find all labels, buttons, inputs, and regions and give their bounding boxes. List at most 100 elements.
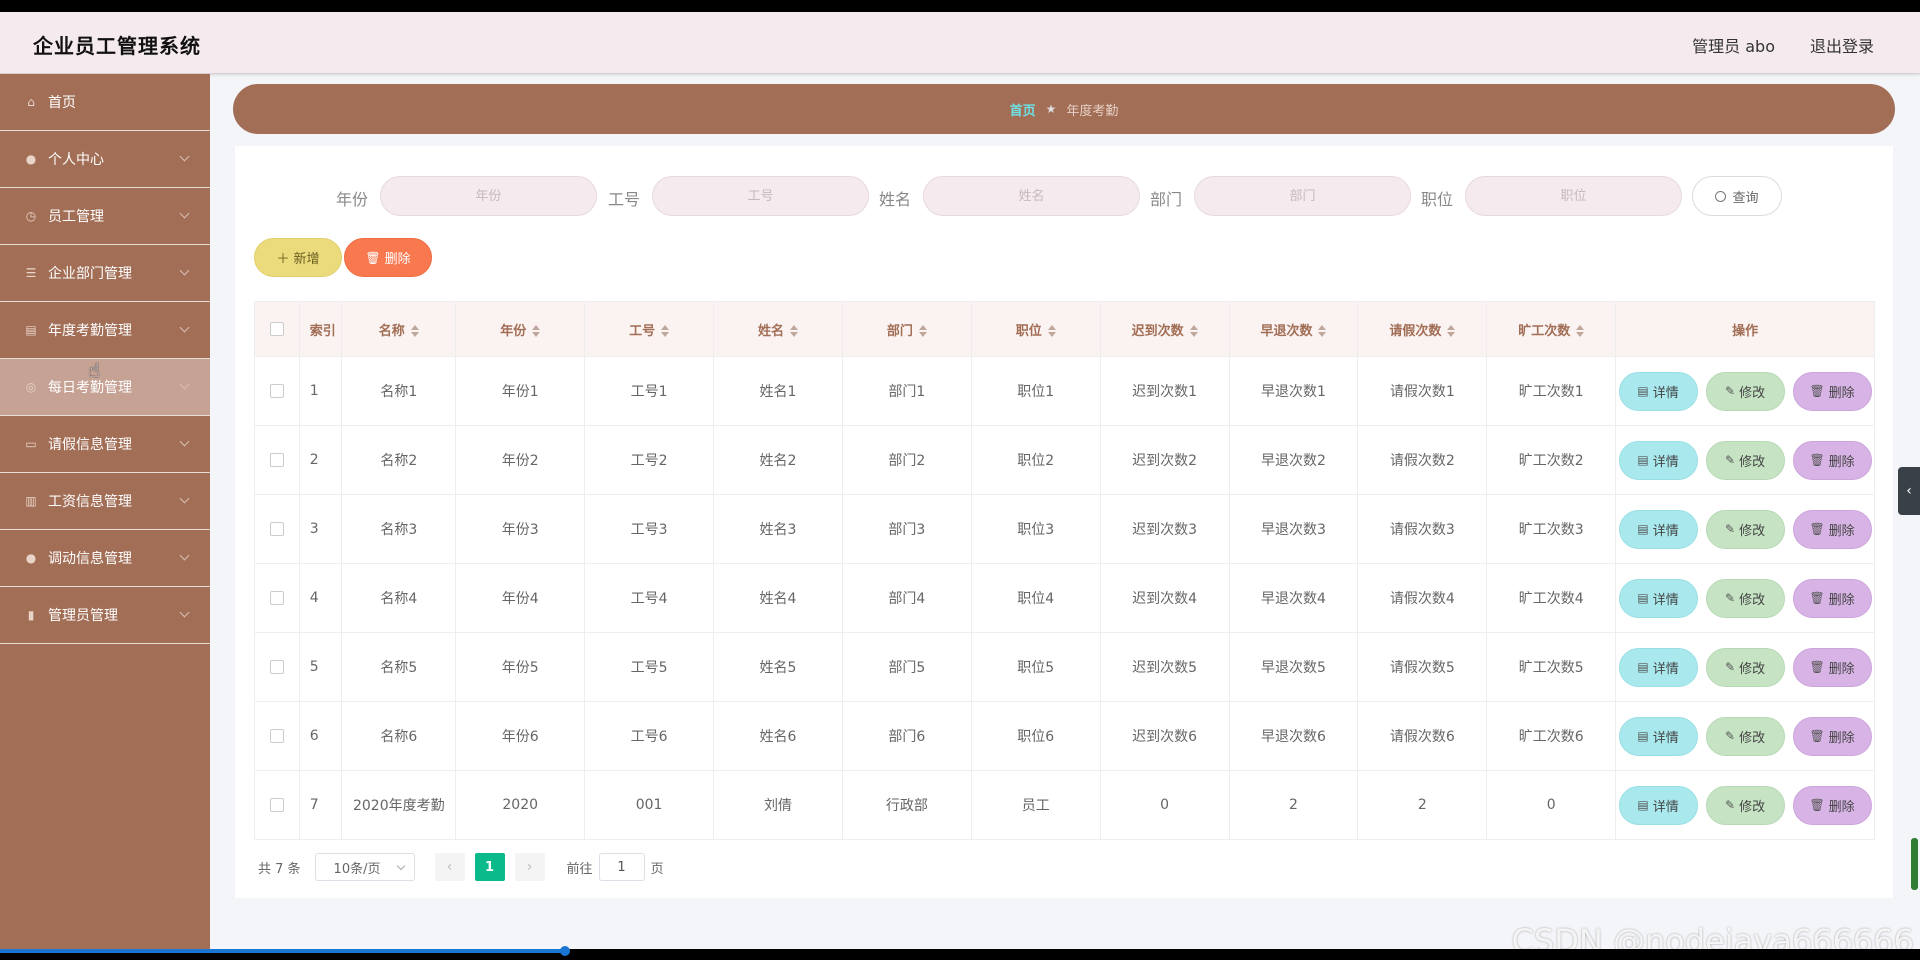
sidebar-item-leave-info[interactable]: ▭ 请假信息管理 [0, 416, 210, 473]
column-header[interactable]: 部门 [841, 301, 972, 357]
delete-button[interactable]: 🗑 删除 [1792, 440, 1872, 480]
sort-icon[interactable] [1189, 324, 1198, 338]
sidebar-item-label: 首页 [48, 95, 76, 111]
sort-icon[interactable] [532, 324, 541, 338]
page-number-current[interactable]: 1 [474, 853, 505, 881]
delete-button[interactable]: 🗑 删除 [1792, 371, 1872, 411]
table-cell: 姓名1 [713, 356, 843, 426]
sort-icon[interactable] [1047, 324, 1056, 338]
sort-icon[interactable] [918, 324, 927, 338]
batch-delete-button[interactable]: 🗑 删除 [344, 238, 432, 277]
table-cell: 旷工次数6 [1486, 701, 1617, 771]
search-input-employee-id[interactable] [652, 176, 869, 216]
sidebar-item-home[interactable]: ⌂ 首页 [0, 74, 210, 131]
detail-button[interactable]: ▤ 详情 [1618, 647, 1698, 687]
detail-button[interactable]: ▤ 详情 [1618, 371, 1698, 411]
next-page-button[interactable]: › [514, 853, 545, 881]
edit-button[interactable]: ✎ 修改 [1705, 509, 1785, 549]
home-icon: ⌂ [27, 95, 35, 109]
sidebar-menu: ⌂ 首页 ● 个人中心 ◷ 员工管理 ☰ 企业部门管理 ▤ 年度考勤管理 ◎ 每… [0, 74, 210, 949]
pencil-icon: ✎ [1725, 660, 1736, 674]
table-cell: 旷工次数3 [1486, 494, 1617, 564]
table-cell: 刘倩 [713, 770, 843, 840]
pencil-icon: ✎ [1725, 798, 1736, 812]
breadcrumb-home-link[interactable]: 首页 [1010, 100, 1036, 119]
row-checkbox[interactable] [269, 798, 284, 812]
search-input-department[interactable] [1194, 176, 1411, 216]
logout-link[interactable]: 退出登录 [1810, 33, 1874, 57]
column-header[interactable]: 迟到次数 [1099, 301, 1230, 357]
table-cell: 早退次数3 [1228, 494, 1359, 564]
detail-button[interactable]: ▤ 详情 [1618, 440, 1698, 480]
edit-button[interactable]: ✎ 修改 [1705, 578, 1785, 618]
edit-button[interactable]: ✎ 修改 [1705, 647, 1785, 687]
table-cell: 姓名4 [713, 563, 843, 633]
column-header[interactable]: 旷工次数 [1486, 301, 1617, 357]
delete-button[interactable]: 🗑 删除 [1792, 647, 1872, 687]
sidebar-item-salary-info[interactable]: ▥ 工资信息管理 [0, 473, 210, 530]
search-input-name[interactable] [923, 176, 1140, 216]
sidebar-item-daily-attendance[interactable]: ◎ 每日考勤管理 [0, 359, 210, 416]
add-button[interactable]: ＋ 新增 [254, 238, 342, 277]
sort-icon[interactable] [1447, 324, 1456, 338]
sidebar-item-department-management[interactable]: ☰ 企业部门管理 [0, 245, 210, 302]
table-cell: 迟到次数3 [1099, 494, 1230, 564]
sort-icon[interactable] [1576, 324, 1585, 338]
sidebar-item-transfer-info[interactable]: ● 调动信息管理 [0, 530, 210, 587]
sidebar-item-employee-management[interactable]: ◷ 员工管理 [0, 188, 210, 245]
detail-button[interactable]: ▤ 详情 [1618, 785, 1698, 825]
sort-icon[interactable] [789, 324, 798, 338]
edit-button-label: 修改 [1739, 661, 1766, 677]
edit-button[interactable]: ✎ 修改 [1705, 785, 1785, 825]
row-checkbox[interactable] [269, 729, 284, 743]
scrollbar-thumb[interactable] [1911, 838, 1918, 890]
page-size-select[interactable]: 10条/页 [314, 853, 415, 881]
detail-button[interactable]: ▤ 详情 [1618, 509, 1698, 549]
query-button[interactable]: 查询 [1692, 176, 1782, 216]
row-checkbox[interactable] [269, 384, 284, 398]
sort-icon[interactable] [661, 324, 670, 338]
row-select-cell [254, 356, 300, 426]
delete-button[interactable]: 🗑 删除 [1792, 578, 1872, 618]
detail-button[interactable]: ▤ 详情 [1618, 716, 1698, 756]
table-cell: 姓名3 [713, 494, 843, 564]
search-input-position[interactable] [1465, 176, 1682, 216]
table-cell: 姓名5 [713, 632, 843, 702]
goto-page-input[interactable] [598, 853, 645, 881]
delete-button[interactable]: 🗑 删除 [1792, 716, 1872, 756]
sidebar-item-admin-management[interactable]: ▮ 管理员管理 [0, 587, 210, 644]
edit-button[interactable]: ✎ 修改 [1705, 371, 1785, 411]
sidebar-item-personal-center[interactable]: ● 个人中心 [0, 131, 210, 188]
video-progress-handle[interactable] [560, 946, 570, 956]
breadcrumb-current: 年度考勤 [1066, 103, 1119, 119]
edit-button[interactable]: ✎ 修改 [1705, 716, 1785, 756]
table-cell: 名称5 [341, 632, 457, 702]
row-checkbox[interactable] [269, 591, 284, 605]
column-header[interactable]: 姓名 [713, 301, 843, 357]
collapse-panel-toggle[interactable]: ‹ [1898, 467, 1920, 515]
content-panel: 年份 工号 姓名 部门 职位 查询 ＋ 新增 🗑 删除 [235, 146, 1893, 898]
select-all-checkbox[interactable] [269, 322, 284, 336]
row-checkbox[interactable] [269, 453, 284, 467]
column-header[interactable]: 早退次数 [1228, 301, 1359, 357]
row-checkbox[interactable] [269, 660, 284, 674]
row-select-cell [254, 494, 300, 564]
column-header[interactable]: 名称 [341, 301, 457, 357]
video-progress-bar[interactable] [0, 949, 566, 953]
column-header[interactable]: 请假次数 [1357, 301, 1488, 357]
pagination-total: 共 7 条 [258, 861, 301, 877]
prev-page-button[interactable]: ‹ [434, 853, 465, 881]
column-header[interactable]: 工号 [584, 301, 715, 357]
table-cell: 2 [1228, 770, 1359, 840]
column-header[interactable]: 年份 [455, 301, 586, 357]
sort-icon[interactable] [410, 324, 419, 338]
row-checkbox[interactable] [269, 522, 284, 536]
delete-button[interactable]: 🗑 删除 [1792, 509, 1872, 549]
column-header[interactable]: 职位 [970, 301, 1101, 357]
sort-icon[interactable] [1318, 324, 1327, 338]
detail-button[interactable]: ▤ 详情 [1618, 578, 1698, 618]
search-input-year[interactable] [380, 176, 597, 216]
delete-button[interactable]: 🗑 删除 [1792, 785, 1872, 825]
edit-button[interactable]: ✎ 修改 [1705, 440, 1785, 480]
sidebar-item-annual-attendance[interactable]: ▤ 年度考勤管理 [0, 302, 210, 359]
